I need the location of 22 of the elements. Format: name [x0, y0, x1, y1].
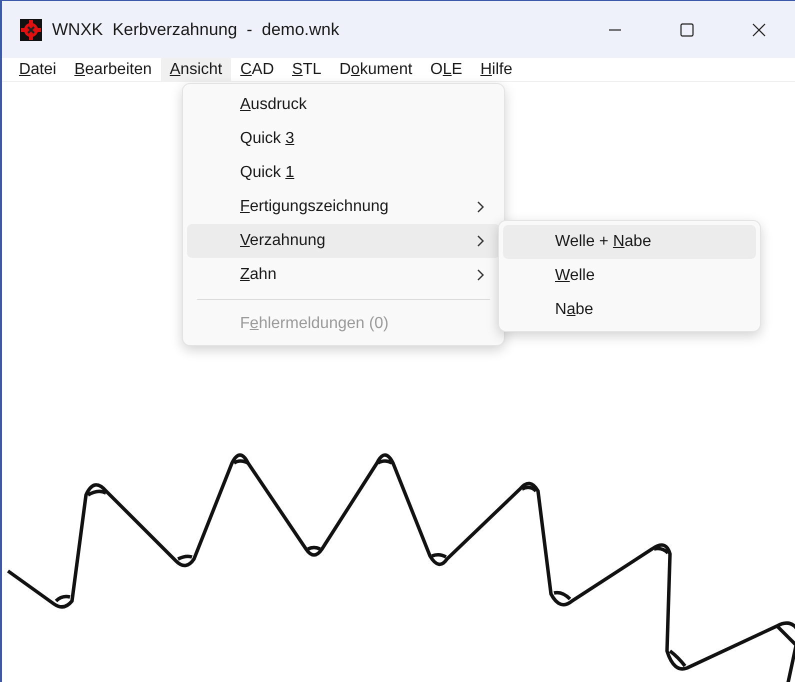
- close-icon: [752, 22, 766, 36]
- menu-item[interactable]: CAD: [231, 58, 284, 82]
- menu-item[interactable]: Ansicht: [160, 58, 232, 82]
- menu-option[interactable]: Nabe: [503, 293, 756, 327]
- menu-option[interactable]: Welle: [503, 259, 756, 293]
- menu-item[interactable]: OLE: [421, 58, 472, 82]
- menu-option[interactable]: Ausdruck: [187, 88, 500, 122]
- menu-item[interactable]: Hilfe: [471, 58, 522, 82]
- menu-option[interactable]: Quick 3: [187, 122, 500, 156]
- menu-option[interactable]: Verzahnung: [187, 224, 500, 258]
- maximize-icon: [680, 22, 694, 36]
- menu-item[interactable]: Dokument: [330, 58, 422, 82]
- window-title: WNXK Kerbverzahnung - demo.wnk: [52, 18, 340, 41]
- menu-option[interactable]: Zahn: [187, 258, 500, 292]
- minimize-icon: [608, 28, 622, 30]
- menu-option[interactable]: Quick 1: [187, 156, 500, 190]
- menu-item[interactable]: Bearbeiten: [65, 58, 161, 82]
- menu-item[interactable]: Datei: [10, 58, 66, 82]
- app-logo-icon: [20, 18, 42, 40]
- menu-option[interactable]: Welle + Nabe: [503, 225, 756, 259]
- menu-item[interactable]: STL: [283, 58, 330, 82]
- menu-option[interactable]: Fertigungszeichnung: [187, 190, 500, 224]
